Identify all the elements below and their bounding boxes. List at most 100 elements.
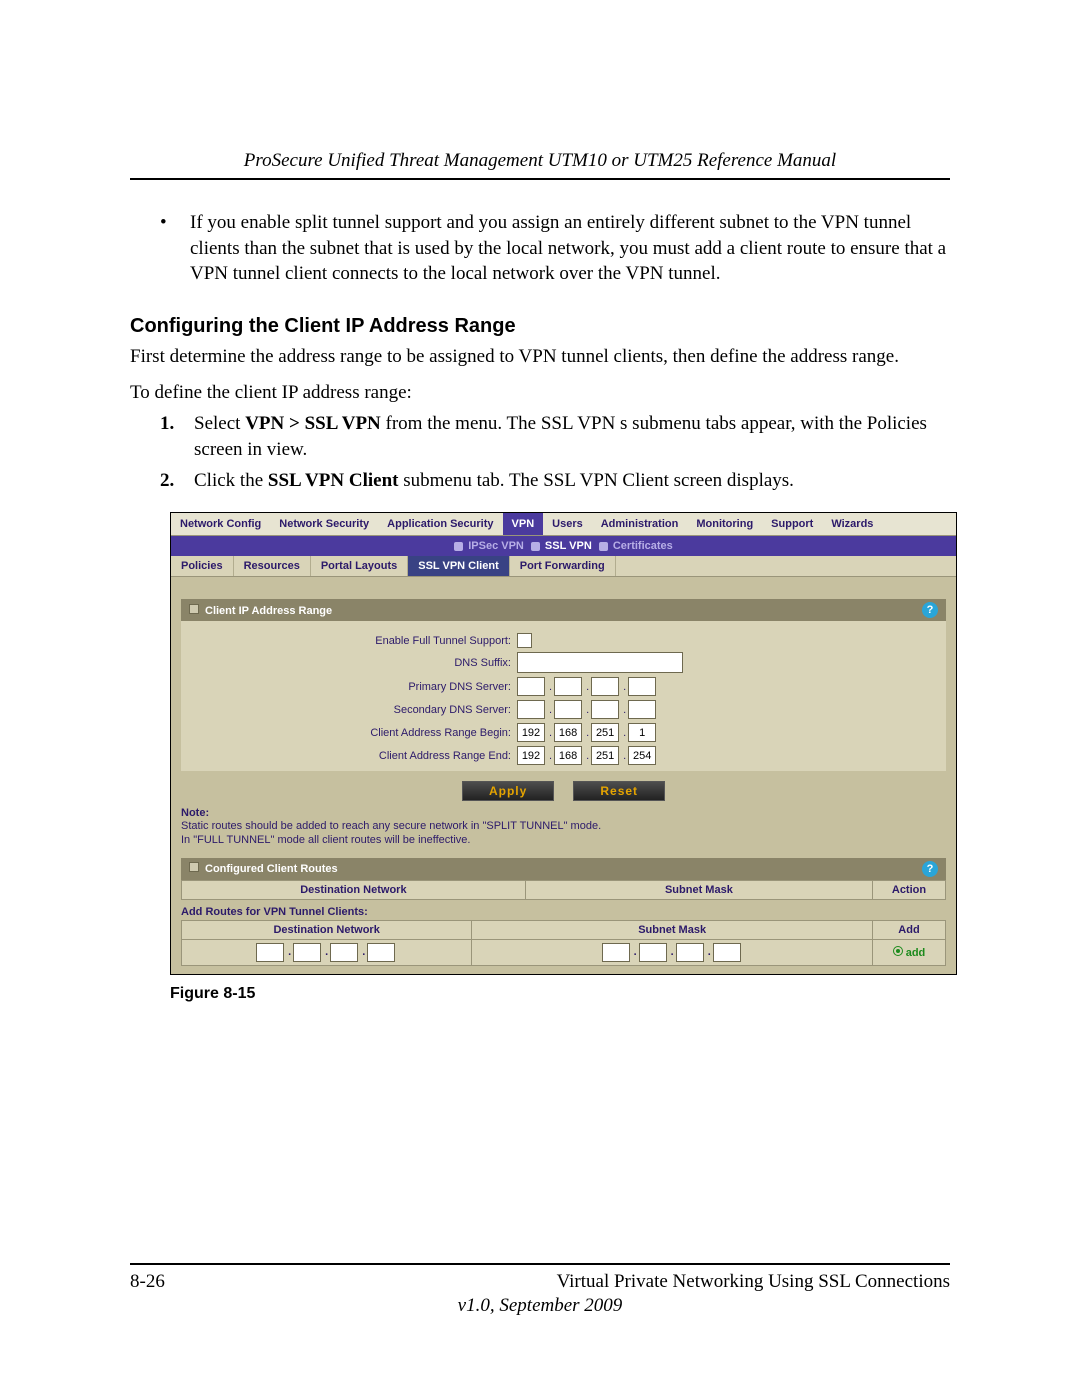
- range-end-octets: . . .: [517, 746, 658, 765]
- nav-monitoring[interactable]: Monitoring: [687, 513, 762, 535]
- bullet-item: If you enable split tunnel support and y…: [160, 210, 950, 287]
- note-title: Note:: [181, 807, 946, 819]
- tab-sslvpn-client[interactable]: SSL VPN Client: [408, 556, 509, 576]
- ordered-steps: Select VPN > SSL VPN from the menu. The …: [160, 411, 950, 494]
- button-row: Apply Reset: [181, 781, 946, 801]
- add-icon: [893, 946, 903, 956]
- step-1: Select VPN > SSL VPN from the menu. The …: [160, 411, 950, 462]
- collapse-icon[interactable]: [189, 604, 199, 614]
- running-header: ProSecure Unified Threat Management UTM1…: [130, 150, 950, 172]
- mask-oct1[interactable]: [602, 943, 630, 962]
- col-action: Action: [873, 880, 946, 899]
- subnav-sslvpn[interactable]: SSL VPN: [545, 540, 592, 552]
- nav-network-config[interactable]: Network Config: [171, 513, 270, 535]
- col-subnet-mask: Subnet Mask: [525, 880, 872, 899]
- nav-users[interactable]: Users: [543, 513, 592, 535]
- version-line: v1.0, September 2009: [130, 1295, 950, 1317]
- page-number: 8-26: [130, 1271, 165, 1293]
- step-2: Click the SSL VPN Client submenu tab. Th…: [160, 468, 950, 494]
- label-full-tunnel: Enable Full Tunnel Support:: [191, 635, 517, 647]
- reset-button[interactable]: Reset: [573, 781, 665, 801]
- paragraph: First determine the address range to be …: [130, 344, 950, 370]
- page: ProSecure Unified Threat Management UTM1…: [0, 0, 1080, 1397]
- mask-oct3[interactable]: [676, 943, 704, 962]
- add-route-row: . . . . . .: [182, 939, 946, 965]
- full-tunnel-checkbox[interactable]: [517, 633, 532, 648]
- header-rule: [130, 178, 950, 180]
- tab-resources[interactable]: Resources: [234, 556, 311, 576]
- tab-portal-layouts[interactable]: Portal Layouts: [311, 556, 408, 576]
- mask-oct4[interactable]: [713, 943, 741, 962]
- dest-oct2[interactable]: [293, 943, 321, 962]
- nav-wizards[interactable]: Wizards: [822, 513, 882, 535]
- begin-oct3[interactable]: [591, 723, 619, 742]
- pdns-oct3[interactable]: [591, 677, 619, 696]
- label-range-end: Client Address Range End:: [191, 750, 517, 762]
- figure: Network Config Network Security Applicat…: [170, 512, 955, 1003]
- sdns-oct3[interactable]: [591, 700, 619, 719]
- end-oct2[interactable]: [554, 746, 582, 765]
- footer-rule: [130, 1263, 950, 1265]
- bullet-icon: [599, 542, 608, 551]
- panel: Client IP Address Range ? Enable Full Tu…: [171, 577, 956, 974]
- sdns-oct2[interactable]: [554, 700, 582, 719]
- routes-table: Destination Network Subnet Mask Action: [181, 880, 946, 900]
- dest-oct3[interactable]: [330, 943, 358, 962]
- end-oct1[interactable]: [517, 746, 545, 765]
- dest-oct1[interactable]: [256, 943, 284, 962]
- figure-caption: Figure 8-15: [170, 985, 955, 1003]
- nav-support[interactable]: Support: [762, 513, 822, 535]
- dns-suffix-input[interactable]: [517, 652, 683, 673]
- begin-oct1[interactable]: [517, 723, 545, 742]
- section-bar-client-ip: Client IP Address Range ?: [181, 599, 946, 621]
- end-oct4[interactable]: [628, 746, 656, 765]
- begin-oct4[interactable]: [628, 723, 656, 742]
- footer: 8-26 Virtual Private Networking Using SS…: [130, 1233, 950, 1317]
- mask-oct2[interactable]: [639, 943, 667, 962]
- sub-tabs: Policies Resources Portal Layouts SSL VP…: [171, 556, 956, 577]
- pdns-oct4[interactable]: [628, 677, 656, 696]
- paragraph: To define the client IP address range:: [130, 380, 950, 406]
- subnav-certificates[interactable]: Certificates: [613, 540, 673, 552]
- top-nav: Network Config Network Security Applicat…: [171, 513, 956, 536]
- sdns-oct4[interactable]: [628, 700, 656, 719]
- pdns-oct1[interactable]: [517, 677, 545, 696]
- sub-nav: IPSec VPN SSL VPN Certificates: [171, 536, 956, 556]
- chapter-title: Virtual Private Networking Using SSL Con…: [557, 1271, 950, 1293]
- label-secondary-dns: Secondary DNS Server:: [191, 704, 517, 716]
- tab-policies[interactable]: Policies: [171, 556, 234, 576]
- dest-oct4[interactable]: [367, 943, 395, 962]
- range-begin-octets: . . .: [517, 723, 658, 742]
- section-heading: Configuring the Client IP Address Range: [130, 315, 950, 338]
- addcol-destination: Destination Network: [182, 920, 472, 939]
- nav-administration[interactable]: Administration: [592, 513, 688, 535]
- nav-application-security[interactable]: Application Security: [378, 513, 502, 535]
- subnav-ipsec[interactable]: IPSec VPN: [468, 540, 524, 552]
- note-line: Static routes should be added to reach a…: [181, 819, 946, 833]
- nav-vpn[interactable]: VPN: [503, 513, 544, 535]
- bullet-list: If you enable split tunnel support and y…: [160, 210, 950, 287]
- nav-network-security[interactable]: Network Security: [270, 513, 378, 535]
- label-range-begin: Client Address Range Begin:: [191, 727, 517, 739]
- apply-button[interactable]: Apply: [462, 781, 554, 801]
- sdns-oct1[interactable]: [517, 700, 545, 719]
- label-dns-suffix: DNS Suffix:: [191, 657, 517, 669]
- collapse-icon[interactable]: [189, 862, 199, 872]
- addcol-subnet-mask: Subnet Mask: [472, 920, 873, 939]
- label-primary-dns: Primary DNS Server:: [191, 681, 517, 693]
- form-area: Enable Full Tunnel Support: DNS Suffix: …: [181, 621, 946, 771]
- bullet-icon: [531, 542, 540, 551]
- app-screenshot: Network Config Network Security Applicat…: [170, 512, 957, 975]
- end-oct3[interactable]: [591, 746, 619, 765]
- section-bar-configured-routes: Configured Client Routes ?: [181, 858, 946, 880]
- help-icon[interactable]: ?: [922, 861, 938, 877]
- add-button[interactable]: add: [893, 947, 926, 959]
- begin-oct2[interactable]: [554, 723, 582, 742]
- tab-port-forwarding[interactable]: Port Forwarding: [510, 556, 616, 576]
- pdns-oct2[interactable]: [554, 677, 582, 696]
- help-icon[interactable]: ?: [922, 602, 938, 618]
- col-destination: Destination Network: [182, 880, 526, 899]
- addcol-add: Add: [873, 920, 946, 939]
- add-routes-table: Destination Network Subnet Mask Add . . …: [181, 920, 946, 966]
- primary-dns-octets: . . .: [517, 677, 658, 696]
